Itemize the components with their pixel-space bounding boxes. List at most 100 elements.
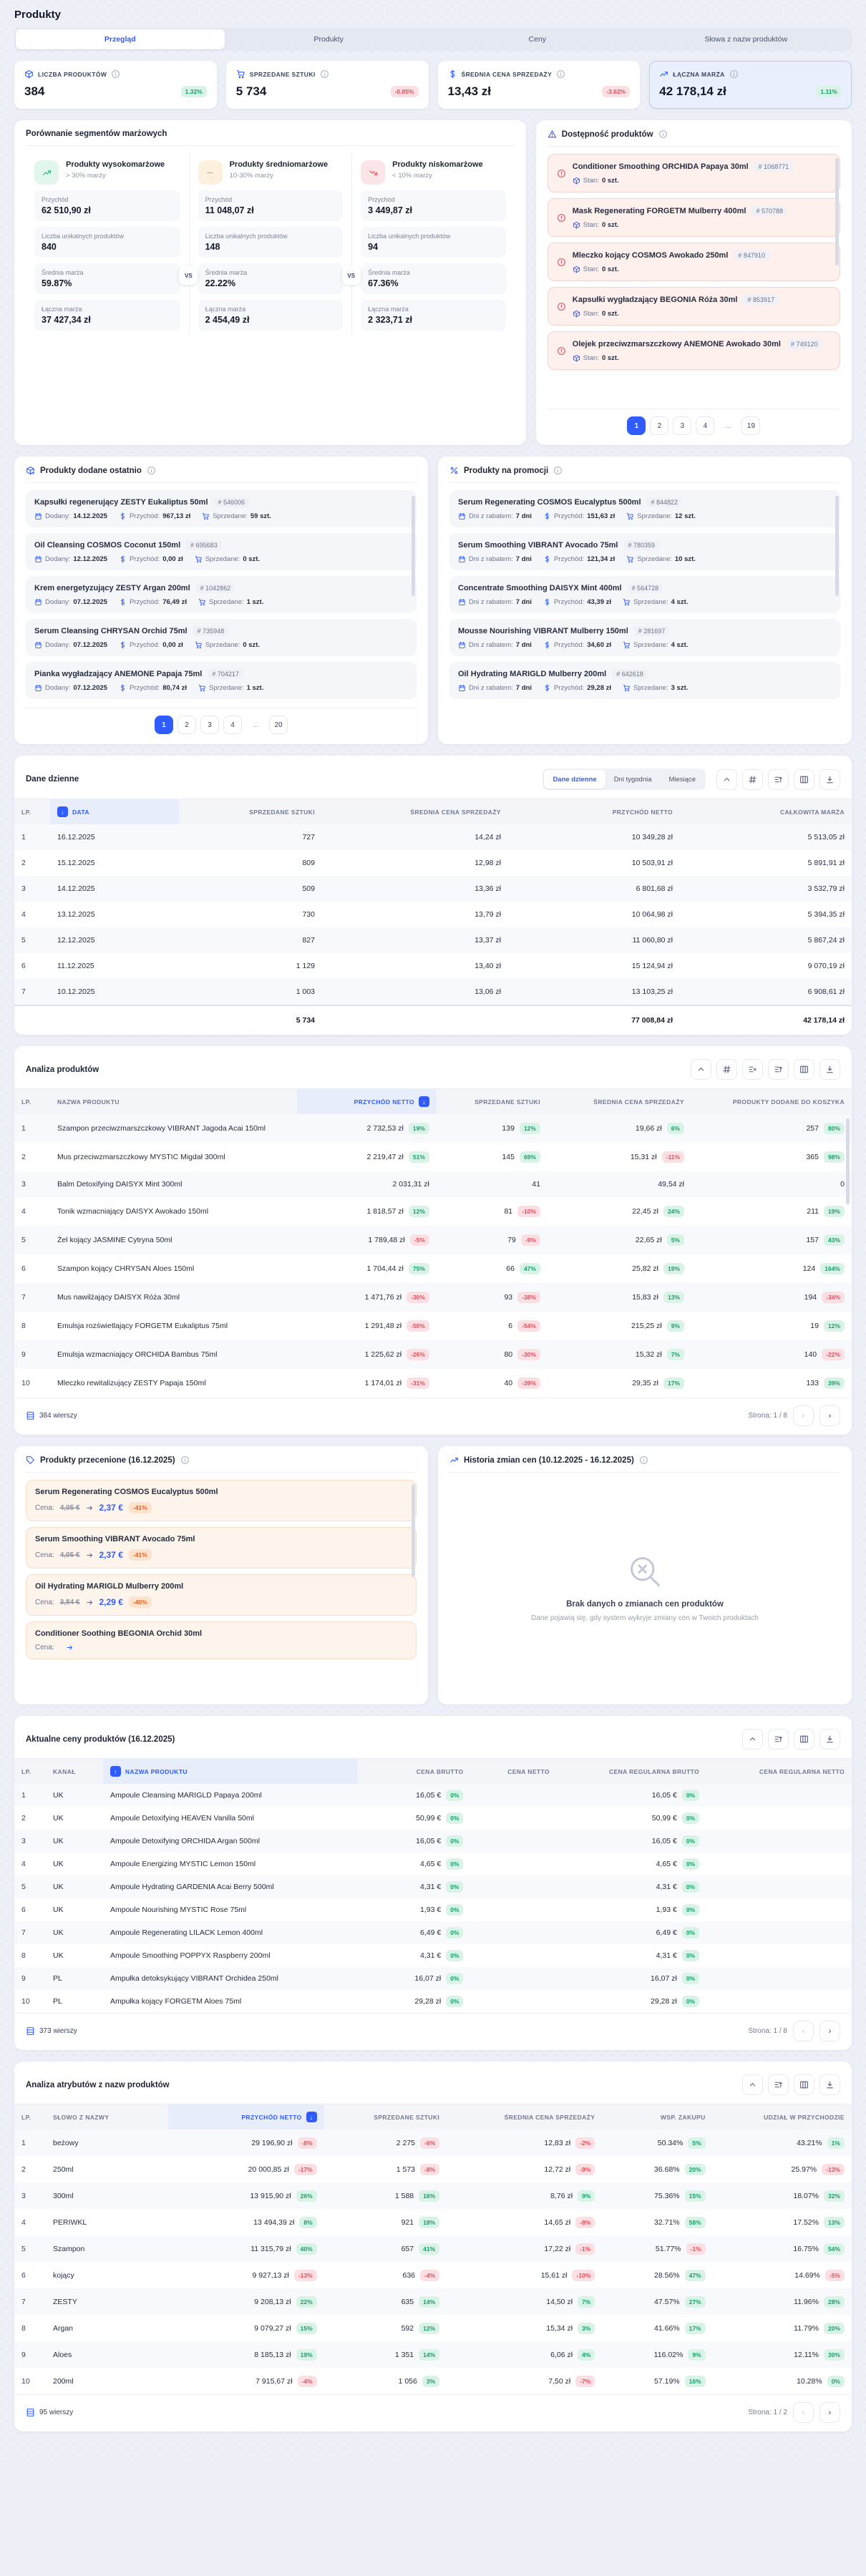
table-row[interactable]: 3 Balm Detoxifying DAISYX Mint 300ml 2 0… [14, 1171, 852, 1197]
table-row[interactable]: 3 14.12.2025 509 13,36 zł 6 801,68 zł 3 … [14, 876, 852, 902]
table-row[interactable]: 10 PL Ampułka kojący FORGETM Aloes 75ml … [14, 1990, 852, 2013]
table-row[interactable]: 7 ZESTY 9 208,13 zł 22% 635 14% 14,50 zł 7%… [14, 2288, 852, 2315]
page-button[interactable]: 4 [223, 716, 242, 734]
table-row[interactable]: 6 kojący 9 927,13 zł -13% 636 -4% 15,61 zł… [14, 2262, 852, 2288]
toolbar-button[interactable] [819, 2074, 840, 2095]
table-row[interactable]: 6 UK Ampoule Nourishing MYSTIC Rose 75ml… [14, 1898, 852, 1921]
column-header[interactable]: LP. [14, 2104, 46, 2129]
table-row[interactable]: 9 PL Ampułka detoksykujący VIBRANT Orchi… [14, 1967, 852, 1990]
recent-product-item[interactable]: Kapsułki regenerujący ZESTY Eukaliptus 5… [26, 490, 417, 527]
kpi-card[interactable]: SPRZEDANE SZTUKI 5 734 -0.85% [225, 61, 429, 109]
column-header[interactable]: ŚREDNIA CENA SPRZEDAŻY [548, 1089, 691, 1114]
next-page-button[interactable]: › [819, 1405, 840, 1426]
granularity-tab[interactable]: Dane dzienne [544, 770, 605, 789]
info-icon[interactable] [556, 69, 565, 79]
table-row[interactable]: 7 10.12.2025 1 003 13,06 zł 13 103,25 zł… [14, 979, 852, 1005]
table-row[interactable]: 3 UK Ampoule Detoxifying ORCHIDA Argan 5… [14, 1830, 852, 1853]
info-icon[interactable] [658, 130, 668, 139]
tab[interactable]: Przegląd [16, 29, 225, 49]
availability-item[interactable]: Olejek przeciwzmarszczkowy ANEMONE Awoka… [547, 331, 840, 370]
promo-product-item[interactable]: Mousse Nourishing VIBRANT Mulberry 150ml… [449, 619, 840, 656]
page-button[interactable]: ... [246, 716, 265, 734]
info-icon[interactable] [639, 1455, 648, 1465]
table-row[interactable]: 8 Emulsja rozświetlający FORGETM Eukalip… [14, 1312, 852, 1340]
page-button[interactable]: 19 [741, 416, 761, 435]
discounted-product-item[interactable]: Serum Regenerating COSMOS Eucalyptus 500… [26, 1480, 417, 1521]
table-row[interactable]: 4 13.12.2025 730 13,79 zł 10 064,98 zł 5… [14, 902, 852, 927]
toolbar-button[interactable] [819, 1059, 840, 1080]
toolbar-button[interactable] [716, 1059, 737, 1080]
page-button[interactable]: 3 [200, 716, 219, 734]
availability-item[interactable]: Mleczko kojący COSMOS Awokado 250ml # 84… [547, 243, 840, 281]
availability-item[interactable]: Mask Regenerating FORGETM Mulberry 400ml… [547, 198, 840, 237]
next-page-button[interactable]: › [819, 2402, 840, 2423]
discounted-product-item[interactable]: Conditioner Soothing BEGONIA Orchid 30ml… [26, 1621, 417, 1659]
table-row[interactable]: 5 Żel kojący JASMINE Cytryna 50ml 1 789,… [14, 1226, 852, 1254]
promo-product-item[interactable]: Concentrate Smoothing DAISYX Mint 400ml … [449, 576, 840, 613]
column-header[interactable]: SPRZEDANE SZTUKI [179, 799, 322, 824]
toolbar-button[interactable] [742, 2074, 763, 2095]
scrollbar-thumb[interactable] [846, 1118, 850, 1204]
column-header[interactable]: PRODUKTY DODANE DO KOSZYKA [691, 1089, 852, 1114]
toolbar-button[interactable] [742, 1729, 763, 1750]
table-row[interactable]: 4 UK Ampoule Energizing MYSTIC Lemon 150… [14, 1853, 852, 1875]
kpi-card[interactable]: ŚREDNIA CENA SPRZEDAŻY 13,43 zł -3.62% [437, 61, 641, 109]
prev-page-button[interactable]: ‹ [793, 2402, 814, 2423]
table-row[interactable]: 1 16.12.2025 727 14,24 zł 10 349,28 zł 5… [14, 824, 852, 850]
column-header[interactable]: CENA BRUTTO [357, 1759, 470, 1784]
column-header[interactable]: SŁOWO Z NAZWY [46, 2104, 168, 2129]
info-icon[interactable] [111, 69, 120, 79]
kpi-card[interactable]: ŁĄCZNA MARŻA 42 178,14 zł 1.11% [649, 61, 852, 109]
table-row[interactable]: 7 UK Ampoule Regenerating LILACK Lemon 4… [14, 1921, 852, 1944]
table-row[interactable]: 5 Szampon 11 315,79 zł 40% 657 41% 17,22 z… [14, 2235, 852, 2262]
toolbar-button[interactable] [742, 769, 763, 790]
toolbar-button[interactable] [794, 1059, 814, 1080]
promo-product-item[interactable]: Oil Hydrating MARIGLD Mulberry 200ml # 6… [449, 662, 840, 699]
recent-product-item[interactable]: Oil Cleansing COSMOS Coconut 150ml # 695… [26, 533, 417, 570]
toolbar-button[interactable] [794, 1729, 814, 1750]
column-header[interactable]: LP. [14, 1759, 46, 1784]
column-header[interactable]: ŚREDNIA CENA SPRZEDAŻY [322, 799, 508, 824]
table-row[interactable]: 9 Aloes 8 185,13 zł 19% 1 351 14% 6,06 zł 4… [14, 2341, 852, 2368]
table-row[interactable]: 5 12.12.2025 827 13,37 zł 11 060,80 zł 5… [14, 927, 852, 953]
discounted-product-item[interactable]: Oil Hydrating MARIGLD Mulberry 200ml Cen… [26, 1574, 417, 1616]
table-row[interactable]: 1 UK Ampoule Cleansing MARIGLD Papaya 20… [14, 1784, 852, 1807]
toolbar-button[interactable] [691, 1059, 711, 1080]
page-button[interactable]: ... [719, 416, 737, 435]
table-row[interactable]: 10 Mleczko rewitalizujący ZESTY Papaja 1… [14, 1369, 852, 1397]
info-icon[interactable] [180, 1455, 190, 1465]
table-row[interactable]: 2 UK Ampoule Detoxifying HEAVEN Vanilla … [14, 1807, 852, 1830]
scrollbar-thumb[interactable] [412, 1484, 415, 1577]
table-row[interactable]: 6 11.12.2025 1 129 13,40 zł 15 124,94 zł… [14, 953, 852, 979]
info-icon[interactable] [553, 466, 563, 475]
table-row[interactable]: 8 UK Ampoule Smoothing POPPYX Raspberry … [14, 1944, 852, 1967]
availability-item[interactable]: Conditioner Smoothing ORCHIDA Papaya 30m… [547, 154, 840, 192]
recent-product-item[interactable]: Krem energetyzujący ZESTY Argan 200ml # … [26, 576, 417, 613]
column-header[interactable]: UDZIAŁ W PRZYCHODZIE [713, 2104, 852, 2129]
toolbar-button[interactable] [794, 2074, 814, 2095]
column-header[interactable]: CAŁKOWITA MARŻA [680, 799, 852, 824]
page-button[interactable]: 3 [673, 416, 692, 435]
toolbar-button[interactable] [716, 769, 737, 790]
toolbar-button[interactable] [794, 769, 814, 790]
recent-product-item[interactable]: Pianka wygładzający ANEMONE Papaja 75ml … [26, 662, 417, 699]
table-row[interactable]: 6 Szampon kojący CHRYSAN Aloes 150ml 1 7… [14, 1254, 852, 1283]
table-row[interactable]: 3 300ml 13 915,90 zł 26% 1 588 16% 8,76 zł… [14, 2182, 852, 2209]
scrollbar-thumb[interactable] [835, 496, 839, 596]
page-button[interactable]: 1 [627, 416, 646, 435]
column-header-sorted[interactable]: ↑ NAZWA PRODUKTU [103, 1759, 357, 1784]
kpi-card[interactable]: LICZBA PRODUKTÓW 384 1.32% [14, 61, 217, 109]
page-button[interactable]: 4 [696, 416, 715, 435]
tab[interactable]: Produkty [225, 29, 434, 49]
table-row[interactable]: 1 beżowy 29 196,90 zł -8% 2 275 -6% 12,83 … [14, 2129, 852, 2156]
table-row[interactable]: 2 Mus przeciwzmarszczkowy MYSTIC Migdał … [14, 1143, 852, 1171]
column-header-sorted[interactable]: PRZYCHÓD NETTO ↓ [296, 1089, 437, 1114]
granularity-tab[interactable]: Dni tygodnia [605, 770, 661, 789]
table-row[interactable]: 4 Tonik wzmacniający DAISYX Awokado 150m… [14, 1197, 852, 1226]
page-button[interactable]: 2 [177, 716, 196, 734]
table-row[interactable]: 2 15.12.2025 809 12,98 zł 10 503,91 zł 5… [14, 850, 852, 876]
info-icon[interactable] [147, 466, 156, 475]
page-button[interactable]: 1 [155, 716, 173, 734]
prev-page-button[interactable]: ‹ [793, 2021, 814, 2041]
column-header[interactable]: LP. [14, 1089, 50, 1114]
